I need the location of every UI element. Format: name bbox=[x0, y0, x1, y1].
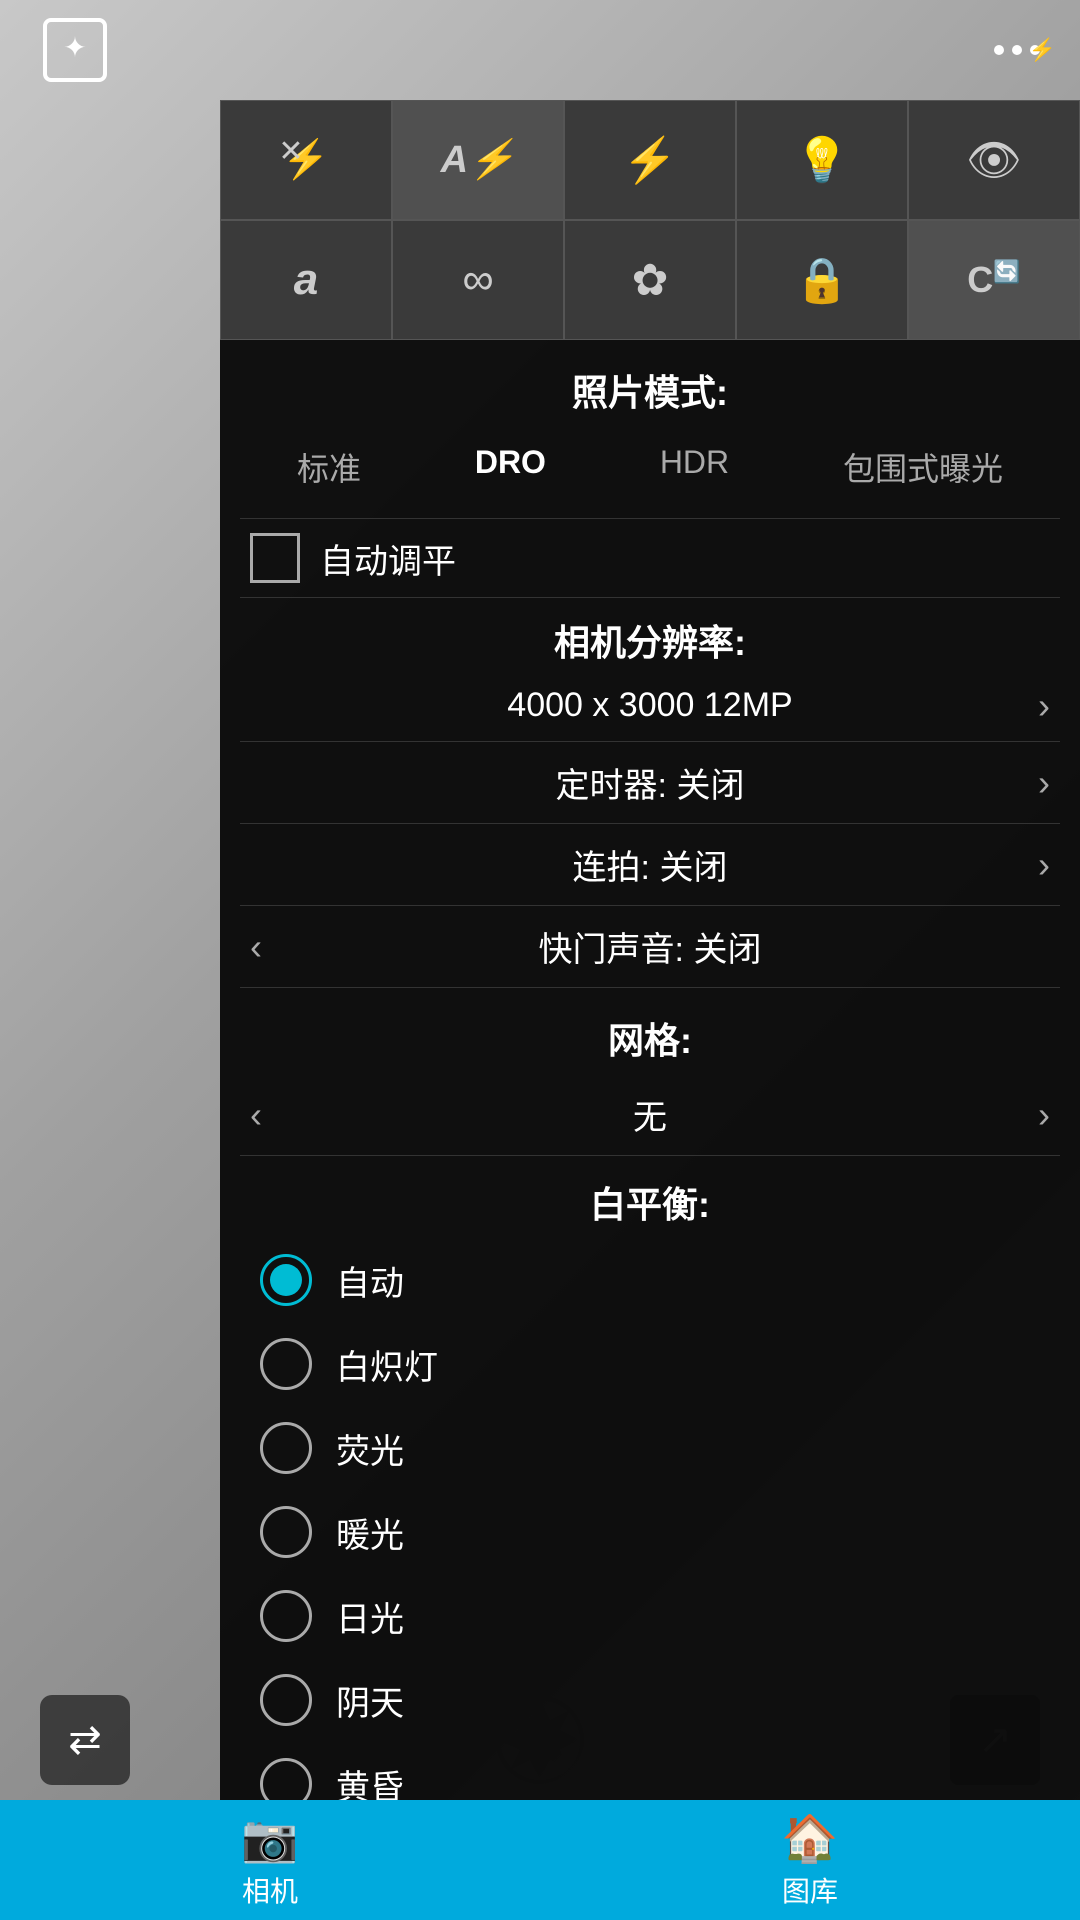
gallery-nav-label: 图库 bbox=[782, 1870, 838, 1910]
wb-dusk-radio[interactable] bbox=[260, 1758, 312, 1800]
enhance-photo-button[interactable]: ✦ bbox=[40, 15, 110, 85]
nav-camera[interactable]: 📷 相机 bbox=[0, 1800, 540, 1920]
wb-dusk-label: 黄昏 bbox=[336, 1760, 404, 1801]
resolution-title: 相机分辨率: bbox=[220, 598, 1080, 670]
mode-dro[interactable]: DRO bbox=[459, 436, 562, 498]
lightning-badge-icon: ⚡ bbox=[1029, 37, 1056, 63]
grid-title: 网格: bbox=[220, 988, 1080, 1074]
grid-row[interactable]: ‹ 无 › bbox=[220, 1074, 1080, 1155]
photo-mode-options: 标准 DRO HDR 包围式曝光 bbox=[220, 426, 1080, 518]
camera-nav-label: 相机 bbox=[242, 1870, 298, 1910]
macro-focus-button[interactable]: ✿ bbox=[564, 220, 736, 340]
eye-icon: 👁 bbox=[966, 134, 1022, 186]
grid-value: 无 bbox=[250, 1090, 1050, 1139]
infinity-icon: ∞ bbox=[462, 255, 493, 305]
auto-level-row[interactable]: 自动调平 bbox=[220, 519, 1080, 597]
wb-auto-radio-inner bbox=[270, 1264, 302, 1296]
camera-nav-icon: 📷 bbox=[241, 1811, 298, 1866]
co-mode-button[interactable]: C🔄 bbox=[908, 220, 1080, 340]
resolution-value: 4000 x 3000 12MP bbox=[250, 686, 1050, 725]
shutter-sound-row[interactable]: ‹ 快门声音: 关闭 bbox=[220, 906, 1080, 987]
wb-fluorescent-row[interactable]: 荧光 bbox=[220, 1406, 1080, 1490]
wb-daylight-radio[interactable] bbox=[260, 1590, 312, 1642]
gallery-nav-icon: 🏠 bbox=[781, 1811, 838, 1866]
lock-focus-button[interactable]: 🔒 bbox=[736, 220, 908, 340]
wb-incandescent-label: 白炽灯 bbox=[336, 1340, 438, 1389]
wb-cloudy-label: 阴天 bbox=[336, 1676, 404, 1725]
timer-row[interactable]: 定时器: 关闭 › bbox=[220, 742, 1080, 823]
resolution-arrow-icon: › bbox=[1038, 685, 1050, 727]
wb-fluorescent-label: 荧光 bbox=[336, 1424, 404, 1473]
wb-warm-row[interactable]: 暖光 bbox=[220, 1490, 1080, 1574]
settings-panel: ⚡✕ A⚡ ⚡ 💡 👁 a ∞ ✿ 🔒 C🔄 bbox=[220, 100, 1080, 1800]
wb-cloudy-radio[interactable] bbox=[260, 1674, 312, 1726]
flash-options-row: ⚡✕ A⚡ ⚡ 💡 👁 bbox=[220, 100, 1080, 220]
timer-arrow-icon: › bbox=[1038, 762, 1050, 804]
wb-daylight-label: 日光 bbox=[336, 1592, 404, 1641]
flash-auto-button[interactable]: A⚡ bbox=[392, 100, 564, 220]
grid-right-arrow-icon[interactable]: › bbox=[1038, 1094, 1050, 1136]
mode-bracket[interactable]: 包围式曝光 bbox=[827, 436, 1019, 498]
top-bar: ✦ ⚡ bbox=[0, 0, 1080, 100]
flip-camera-button[interactable]: ⇄ bbox=[40, 1695, 130, 1785]
auto-level-label: 自动调平 bbox=[320, 534, 456, 583]
flash-auto-icon: A⚡ bbox=[441, 138, 516, 182]
wb-cloudy-row[interactable]: 阴天 bbox=[220, 1658, 1080, 1742]
wb-auto-label: 自动 bbox=[336, 1256, 404, 1305]
flash-on-icon: ⚡ bbox=[623, 134, 678, 186]
flip-icon: ⇄ bbox=[68, 1717, 102, 1763]
shutter-sound-value: 快门声音: 关闭 bbox=[250, 922, 1050, 971]
flash-on-button[interactable]: ⚡ bbox=[564, 100, 736, 220]
burst-row[interactable]: 连拍: 关闭 › bbox=[220, 824, 1080, 905]
nav-gallery[interactable]: 🏠 图库 bbox=[540, 1800, 1080, 1920]
wb-auto-radio[interactable] bbox=[260, 1254, 312, 1306]
wb-daylight-row[interactable]: 日光 bbox=[220, 1574, 1080, 1658]
bulb-icon: 💡 bbox=[795, 134, 850, 186]
mode-a-button[interactable]: a bbox=[220, 220, 392, 340]
letter-a-icon: a bbox=[294, 255, 318, 305]
auto-level-checkbox[interactable] bbox=[250, 533, 300, 583]
wb-warm-label: 暖光 bbox=[336, 1508, 404, 1557]
eye-mode-button[interactable]: 👁 bbox=[908, 100, 1080, 220]
lock-icon: 🔒 bbox=[795, 254, 850, 306]
bottom-navigation: 📷 相机 🏠 图库 bbox=[0, 1800, 1080, 1920]
macro-icon: ✿ bbox=[632, 255, 669, 306]
shutter-left-arrow-icon[interactable]: ‹ bbox=[250, 926, 262, 968]
wb-incandescent-radio[interactable] bbox=[260, 1338, 312, 1390]
resolution-row[interactable]: 4000 x 3000 12MP › bbox=[220, 670, 1080, 741]
wb-auto-row[interactable]: 自动 bbox=[220, 1238, 1080, 1322]
focus-options-row: a ∞ ✿ 🔒 C🔄 bbox=[220, 220, 1080, 340]
flash-off-icon: ⚡✕ bbox=[282, 138, 329, 182]
white-balance-title: 白平衡: bbox=[220, 1156, 1080, 1238]
mode-standard[interactable]: 标准 bbox=[281, 436, 377, 498]
wb-dusk-row[interactable]: 黄昏 bbox=[220, 1742, 1080, 1800]
flash-off-button[interactable]: ⚡✕ bbox=[220, 100, 392, 220]
timer-value: 定时器: 关闭 bbox=[250, 758, 1050, 807]
burst-value: 连拍: 关闭 bbox=[250, 840, 1050, 889]
wb-warm-radio[interactable] bbox=[260, 1506, 312, 1558]
burst-arrow-icon: › bbox=[1038, 844, 1050, 886]
wb-incandescent-row[interactable]: 白炽灯 bbox=[220, 1322, 1080, 1406]
svg-text:✦: ✦ bbox=[63, 32, 86, 63]
grid-left-arrow-icon[interactable]: ‹ bbox=[250, 1094, 262, 1136]
light-mode-button[interactable]: 💡 bbox=[736, 100, 908, 220]
co-cam-icon: C🔄 bbox=[967, 259, 1020, 301]
wb-fluorescent-radio[interactable] bbox=[260, 1422, 312, 1474]
photo-mode-title: 照片模式: bbox=[220, 340, 1080, 426]
mode-hdr[interactable]: HDR bbox=[644, 436, 745, 498]
infinity-focus-button[interactable]: ∞ bbox=[392, 220, 564, 340]
more-options-button[interactable]: ⚡ bbox=[994, 45, 1040, 55]
